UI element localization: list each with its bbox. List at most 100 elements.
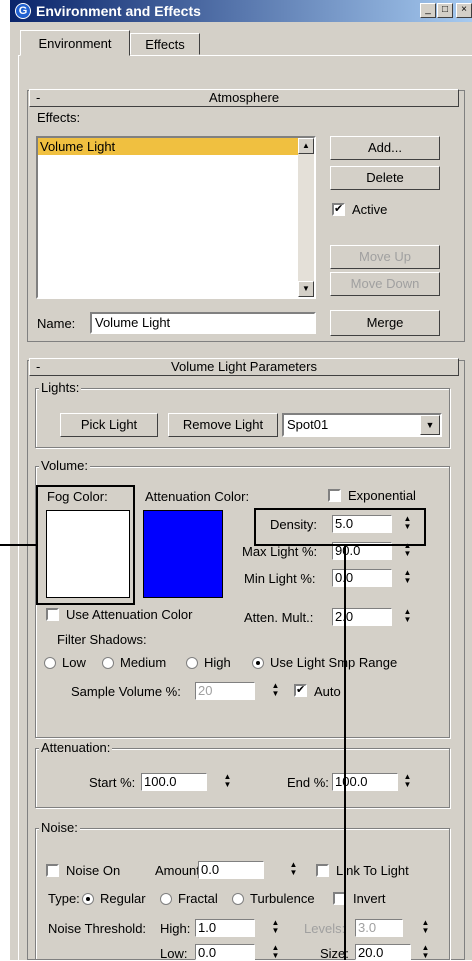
use-attenuation-color-checkbox[interactable] xyxy=(46,608,59,621)
amount-spinner[interactable]: ▲ ▼ xyxy=(288,861,299,879)
noise-on-label: Noise On xyxy=(66,863,121,878)
filter-medium-radio[interactable] xyxy=(102,657,114,669)
close-button[interactable]: × xyxy=(456,3,472,18)
type-regular-label: Regular xyxy=(100,891,146,906)
atten-mult-spinner[interactable]: ▲ ▼ xyxy=(402,608,413,626)
exponential-checkbox[interactable] xyxy=(328,489,341,502)
pick-light-button[interactable]: Pick Light xyxy=(60,413,158,437)
tab-environment[interactable]: Environment xyxy=(20,30,130,56)
filter-shadows-label: Filter Shadows: xyxy=(57,632,147,647)
levels-label: Levels: xyxy=(304,921,346,936)
atten-mult-label: Atten. Mult.: xyxy=(244,610,314,625)
low-label: Low: xyxy=(160,946,188,961)
light-select-value: Spot01 xyxy=(287,417,329,432)
volume-light-rollout-header[interactable]: - Volume Light Parameters xyxy=(29,358,459,376)
delete-button[interactable]: Delete xyxy=(330,166,440,190)
type-turbulence-radio[interactable] xyxy=(232,893,244,905)
noise-group xyxy=(35,828,450,960)
density-leader-line xyxy=(344,546,346,960)
filter-use-light-smp-range-label: Use Light Smp Range xyxy=(270,655,398,670)
list-scrollbar[interactable] xyxy=(298,138,314,297)
link-to-light-label: Link To Light xyxy=(336,863,409,878)
app-icon: G xyxy=(15,3,31,19)
noise-threshold-label: Noise Threshold: xyxy=(48,921,147,936)
type-turbulence-label: Turbulence xyxy=(250,891,315,906)
window-title: Environment and Effects xyxy=(36,3,201,19)
low-spinner[interactable]: ▲ ▼ xyxy=(270,944,281,960)
fog-color-callout-box xyxy=(36,485,135,605)
active-label: Active xyxy=(352,202,388,217)
volume-light-title: Volume Light Parameters xyxy=(171,359,317,374)
fog-color-leader-line xyxy=(0,544,36,546)
atmosphere-title: Atmosphere xyxy=(208,90,280,105)
low-field[interactable]: 0.0 xyxy=(195,944,255,960)
sample-volume-label: Sample Volume %: xyxy=(71,684,181,699)
name-label: Name: xyxy=(37,316,76,331)
volume-group-label: Volume: xyxy=(39,458,90,473)
auto-checkbox[interactable]: ✔ xyxy=(294,684,307,697)
move-down-button[interactable]: Move Down xyxy=(330,272,440,296)
list-item-label: Volume Light xyxy=(40,139,116,154)
high-field[interactable]: 1.0 xyxy=(195,919,255,937)
filter-low-radio[interactable] xyxy=(44,657,56,669)
filter-use-light-smp-range-radio[interactable] xyxy=(252,657,264,669)
remove-light-button[interactable]: Remove Light xyxy=(168,413,278,437)
scroll-up-arrow-icon[interactable]: ▲ xyxy=(298,138,314,154)
atmosphere-rollout-header[interactable]: - Atmosphere xyxy=(29,89,459,107)
add-button[interactable]: Add... xyxy=(330,136,440,160)
name-field[interactable]: Volume Light xyxy=(90,312,316,334)
end-label: End %: xyxy=(287,775,329,790)
exponential-label: Exponential xyxy=(348,488,416,503)
levels-spinner[interactable]: ▲ ▼ xyxy=(420,919,431,937)
maximize-button[interactable]: □ xyxy=(437,3,453,18)
scroll-down-arrow-icon[interactable]: ▼ xyxy=(298,281,314,297)
type-regular-radio[interactable] xyxy=(82,893,94,905)
active-checkbox[interactable]: ✔ xyxy=(332,203,345,216)
merge-button[interactable]: Merge xyxy=(330,310,440,336)
attenuation-color-swatch[interactable] xyxy=(143,510,223,598)
tab-effects[interactable]: Effects xyxy=(130,33,200,55)
amount-label: Amount: xyxy=(155,863,204,878)
auto-label: Auto xyxy=(314,684,341,699)
lights-group-label: Lights: xyxy=(39,380,82,395)
levels-field[interactable]: 3.0 xyxy=(355,919,403,937)
atten-mult-field[interactable]: 2.0 xyxy=(332,608,392,626)
chevron-down-icon[interactable]: ▼ xyxy=(420,415,440,435)
invert-label: Invert xyxy=(353,891,386,906)
sample-volume-spinner[interactable]: ▲ ▼ xyxy=(270,682,281,700)
start-field[interactable]: 100.0 xyxy=(141,773,207,791)
filter-medium-label: Medium xyxy=(120,655,167,670)
max-light-label: Max Light %: xyxy=(242,544,318,559)
start-label: Start %: xyxy=(89,775,136,790)
start-spinner[interactable]: ▲ ▼ xyxy=(222,773,233,791)
size-field[interactable]: 20.0 xyxy=(355,944,411,960)
light-select[interactable]: Spot01 xyxy=(282,413,442,437)
attenuation-group-label: Attenuation: xyxy=(39,740,113,755)
move-up-button[interactable]: Move Up xyxy=(330,245,440,269)
minimize-button[interactable]: _ xyxy=(420,3,436,18)
amount-field[interactable]: 0.0 xyxy=(198,861,264,879)
attenuation-color-label: Attenuation Color: xyxy=(145,489,250,504)
effects-list[interactable] xyxy=(36,136,316,299)
filter-high-radio[interactable] xyxy=(186,657,198,669)
list-item-selected[interactable]: Volume Light xyxy=(38,138,300,155)
size-spinner[interactable]: ▲ ▼ xyxy=(420,944,431,960)
noise-group-label: Noise: xyxy=(39,820,80,835)
min-light-spinner[interactable]: ▲ ▼ xyxy=(402,569,413,587)
high-label: High: xyxy=(160,921,191,936)
sample-volume-field[interactable]: 20 xyxy=(195,682,255,700)
effects-label: Effects: xyxy=(37,110,81,125)
density-callout-box xyxy=(254,508,426,546)
min-light-label: Min Light %: xyxy=(244,571,316,586)
min-light-field[interactable]: 0.0 xyxy=(332,569,392,587)
noise-on-checkbox[interactable] xyxy=(46,864,59,877)
high-spinner[interactable]: ▲ ▼ xyxy=(270,919,281,937)
type-label: Type: xyxy=(48,891,80,906)
type-fractal-radio[interactable] xyxy=(160,893,172,905)
use-attenuation-color-label: Use Attenuation Color xyxy=(66,607,193,622)
link-to-light-checkbox[interactable] xyxy=(316,864,329,877)
end-spinner[interactable]: ▲ ▼ xyxy=(402,773,413,791)
end-field[interactable]: 100.0 xyxy=(332,773,398,791)
type-fractal-label: Fractal xyxy=(178,891,218,906)
filter-high-label: High xyxy=(204,655,231,670)
